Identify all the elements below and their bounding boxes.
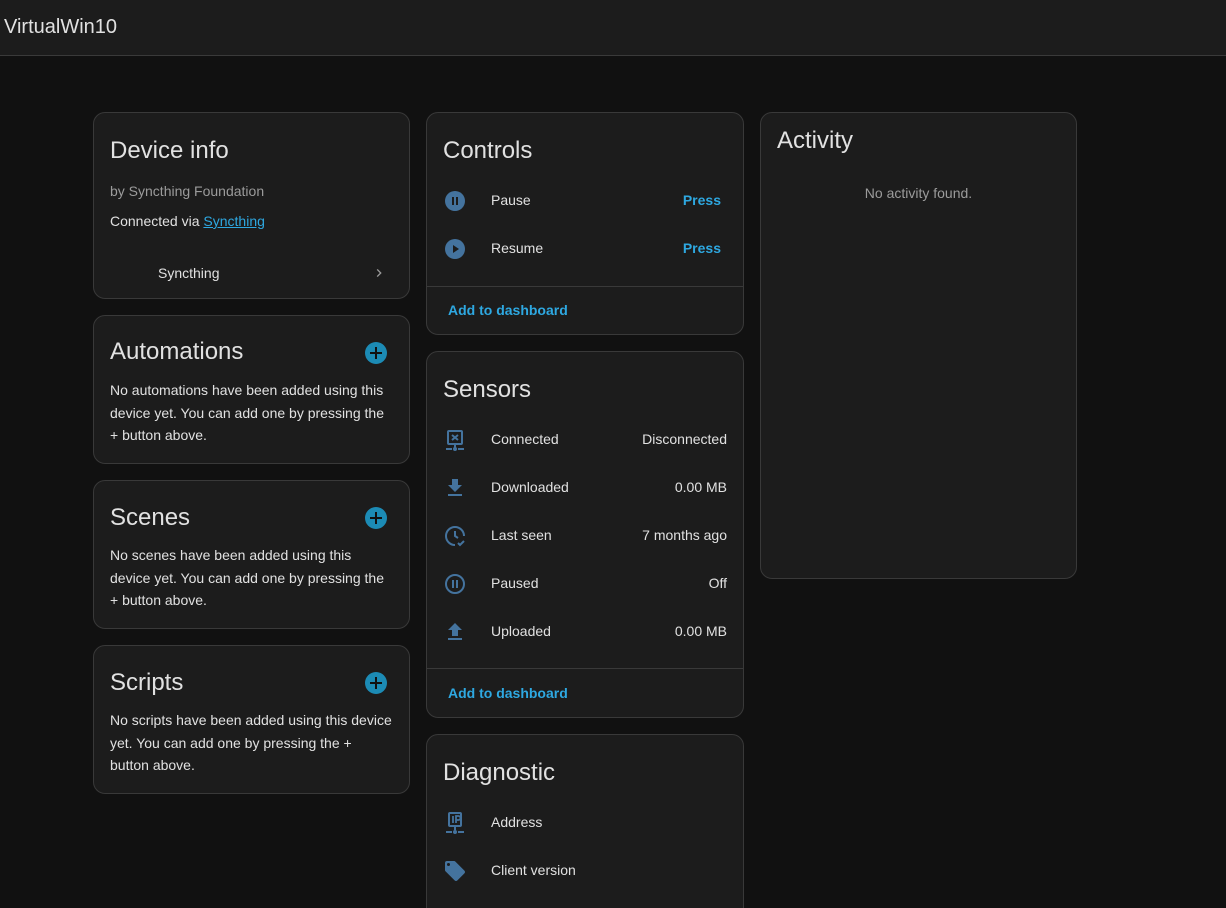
automations-card: Automations No automations have been add… — [93, 315, 410, 464]
syncthing-integration-link[interactable]: Syncthing — [203, 213, 264, 229]
activity-empty-text: No activity found. — [864, 185, 973, 201]
resume-press-button[interactable]: Press — [683, 240, 721, 256]
add-scene-button[interactable] — [365, 507, 387, 529]
diagnostic-row-address[interactable]: Address — [427, 799, 743, 847]
control-row-pause: Pause Press — [427, 177, 743, 225]
diagnostic-title: Diagnostic — [443, 759, 556, 786]
scenes-title: Scenes — [110, 504, 191, 531]
network-off-icon — [443, 428, 467, 452]
divider — [427, 668, 743, 669]
device-info-title: Device info — [110, 137, 229, 164]
control-label: Resume — [491, 240, 544, 256]
diagnostic-row-client-version[interactable]: Client version — [427, 847, 743, 895]
sensor-row-downloaded[interactable]: Downloaded 0.00 MB — [427, 464, 743, 512]
tag-icon — [443, 859, 467, 883]
sensor-value: Off — [708, 575, 727, 591]
sensor-value: 0.00 MB — [674, 623, 727, 639]
download-icon — [443, 476, 467, 500]
sensors-card: Sensors Connected Disconnected Downloade… — [426, 351, 744, 718]
sensor-value: 0.00 MB — [674, 479, 727, 495]
automations-empty-text: No automations have been added using thi… — [110, 382, 384, 443]
upload-icon — [443, 620, 467, 644]
sensor-label: Uploaded — [491, 623, 551, 639]
pause-circle-icon — [443, 189, 467, 213]
sensor-row-uploaded[interactable]: Uploaded 0.00 MB — [427, 608, 743, 656]
control-label: Pause — [491, 192, 531, 208]
divider — [427, 286, 743, 287]
sensor-label: Last seen — [491, 527, 552, 543]
controls-add-to-dashboard-button[interactable]: Add to dashboard — [448, 302, 568, 318]
sensor-label: Paused — [491, 575, 539, 591]
scripts-title: Scripts — [110, 669, 184, 696]
sensor-label: Downloaded — [491, 479, 569, 495]
diagnostic-card: Diagnostic Address Client version — [426, 734, 744, 908]
controls-title: Controls — [443, 137, 533, 164]
chevron-right-icon — [371, 265, 387, 281]
integration-list-item[interactable]: Syncthing — [94, 253, 409, 293]
ip-network-icon — [443, 811, 467, 835]
automations-title: Automations — [110, 338, 244, 365]
diagnostic-label: Address — [491, 814, 543, 830]
sensor-row-last-seen[interactable]: Last seen 7 months ago — [427, 512, 743, 560]
scripts-card: Scripts No scripts have been added using… — [93, 645, 410, 794]
integration-item-label: Syncthing — [158, 265, 220, 281]
sensors-title: Sensors — [443, 376, 532, 403]
manufacturer-text: by Syncthing Foundation — [110, 183, 265, 199]
sensor-value: 7 months ago — [642, 527, 727, 543]
sensor-row-paused[interactable]: Paused Off — [427, 560, 743, 608]
sensor-row-connected[interactable]: Connected Disconnected — [427, 416, 743, 464]
pause-press-button[interactable]: Press — [683, 192, 721, 208]
diagnostic-label: Client version — [491, 862, 576, 878]
activity-card: Activity No activity found. — [760, 112, 1077, 579]
scenes-empty-text: No scenes have been added using this dev… — [110, 547, 384, 608]
scripts-empty-text: No scripts have been added using this de… — [110, 712, 392, 773]
activity-title: Activity — [777, 127, 854, 154]
page-title: VirtualWin10 — [4, 16, 118, 38]
add-automation-button[interactable] — [365, 342, 387, 364]
connected-via-prefix: Connected via — [110, 213, 204, 229]
scenes-card: Scenes No scenes have been added using t… — [93, 480, 410, 629]
sensors-add-to-dashboard-button[interactable]: Add to dashboard — [448, 685, 568, 701]
sensor-value: Disconnected — [642, 431, 727, 447]
sensor-label: Connected — [491, 431, 559, 447]
top-app-bar: VirtualWin10 — [0, 0, 1226, 56]
device-info-card: Device info by Syncthing Foundation Conn… — [93, 112, 410, 299]
controls-card: Controls Pause Press Resume Press Add to… — [426, 112, 744, 335]
play-circle-icon — [443, 237, 467, 261]
add-script-button[interactable] — [365, 672, 387, 694]
control-row-resume: Resume Press — [427, 225, 743, 273]
pause-circle-outline-icon — [443, 572, 467, 596]
clock-check-icon — [443, 524, 467, 548]
connected-via-text: Connected via Syncthing — [110, 213, 265, 229]
